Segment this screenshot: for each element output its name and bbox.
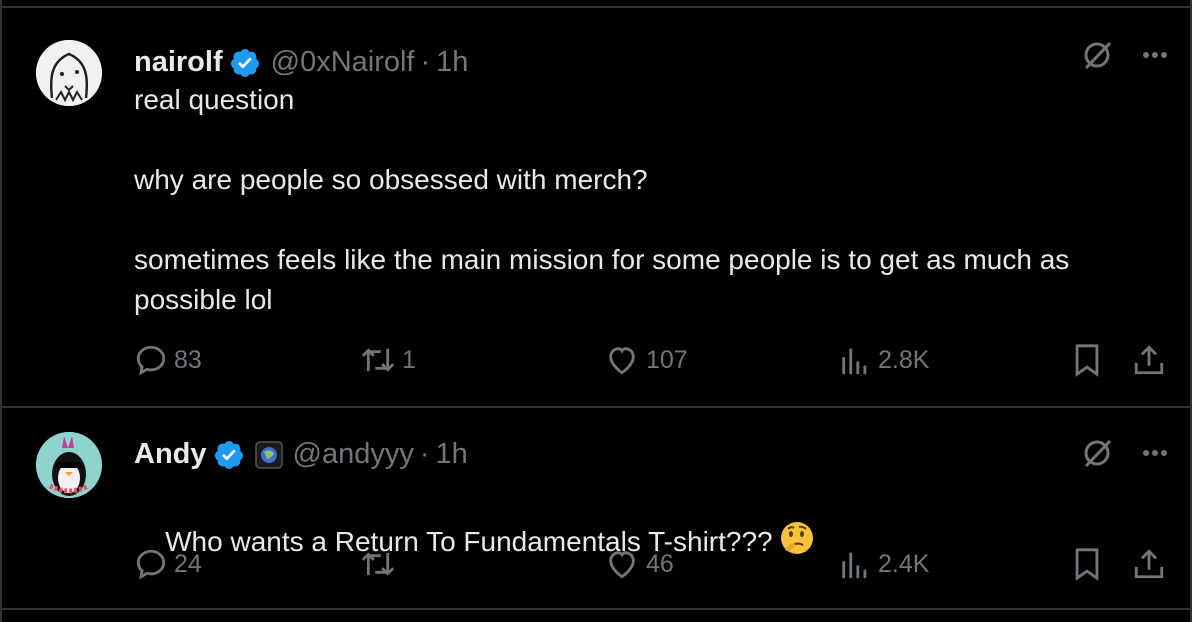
display-name[interactable]: Andy [134, 438, 207, 471]
globe-badge-icon[interactable] [254, 440, 283, 469]
bookmark-button[interactable] [1072, 343, 1102, 377]
verified-badge-icon[interactable] [229, 47, 261, 79]
repost-button[interactable]: 1 [360, 343, 416, 377]
bookmark-button[interactable] [1072, 547, 1102, 581]
tweet-header: nairolf @0xNairolf · 1h [134, 46, 468, 79]
separator: · [420, 46, 431, 78]
timestamp[interactable]: 1h [436, 438, 468, 471]
avatar[interactable] [36, 40, 102, 106]
tweet-text-row: Who wants a Return To Fundamentals T-shi… [134, 480, 1174, 607]
handle[interactable]: @0xNairolf [271, 46, 415, 79]
repost-icon [361, 552, 395, 576]
tweet-2[interactable]: Andy @andyyy · 1h Who wants a Return To … [0, 408, 1192, 608]
repost-icon [361, 348, 395, 372]
tweet-actions: 24 46 2.4K [134, 547, 1168, 587]
timestamp[interactable]: 1h [436, 46, 468, 79]
verified-badge-icon[interactable] [213, 439, 245, 471]
reply-button[interactable]: 24 [134, 547, 202, 581]
bottom-divider [0, 608, 1192, 610]
grok-icon[interactable] [1080, 436, 1114, 470]
reply-count: 24 [174, 549, 202, 578]
avatar[interactable] [36, 432, 102, 498]
tweet-1[interactable]: nairolf @0xNairolf · 1h real question wh… [0, 8, 1192, 406]
like-count: 107 [646, 345, 688, 374]
view-count: 2.4K [878, 549, 930, 578]
tweet-top-icons [1080, 38, 1168, 72]
like-button[interactable]: 107 [604, 343, 688, 377]
views-button[interactable]: 2.8K [838, 343, 929, 377]
separator: · [419, 438, 430, 470]
handle[interactable]: @andyyy [293, 438, 414, 471]
more-icon[interactable] [1142, 449, 1168, 457]
heart-icon [609, 551, 635, 579]
heart-icon [609, 347, 635, 375]
tweet-header: Andy @andyyy · 1h [134, 438, 468, 471]
bookmark-icon [1075, 548, 1099, 581]
ghost-avatar-icon [36, 40, 102, 106]
reply-count: 83 [174, 345, 202, 374]
tweet-top-icons [1080, 436, 1168, 470]
reply-icon [136, 549, 166, 580]
grok-icon[interactable] [1080, 38, 1114, 72]
view-count: 2.8K [878, 345, 930, 374]
reply-button[interactable]: 83 [134, 343, 202, 377]
share-icon [1134, 549, 1164, 579]
share-button[interactable] [1132, 547, 1166, 581]
penguin-avatar-icon [36, 432, 102, 498]
repost-button[interactable] [360, 547, 402, 581]
display-name[interactable]: nairolf [134, 46, 223, 79]
repost-count: 1 [402, 345, 416, 374]
views-icon [842, 552, 867, 579]
bookmark-icon [1075, 344, 1099, 377]
share-icon [1134, 345, 1164, 375]
tweet-actions: 83 1 107 2.8K [134, 343, 1168, 383]
share-button[interactable] [1132, 343, 1166, 377]
like-count: 46 [646, 549, 674, 578]
views-icon [842, 348, 867, 375]
reply-icon [136, 345, 166, 376]
views-button[interactable]: 2.4K [838, 547, 929, 581]
tweet-text: real question why are people so obsessed… [134, 84, 1070, 315]
more-icon[interactable] [1142, 51, 1168, 59]
like-button[interactable]: 46 [604, 547, 674, 581]
